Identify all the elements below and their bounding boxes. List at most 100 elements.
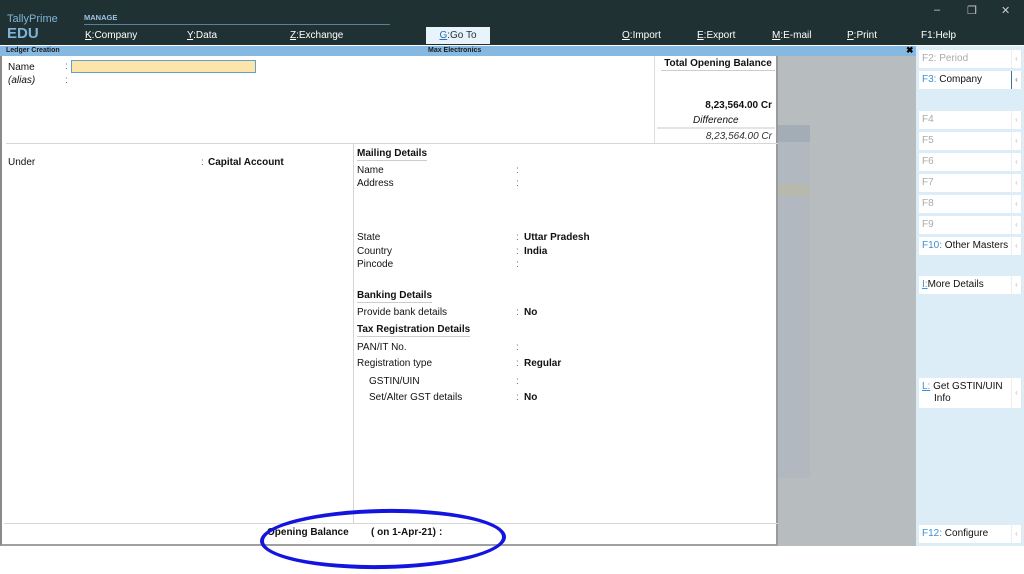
chevron-left-icon: ‹ [1011, 174, 1021, 192]
f5-button[interactable]: F5 ‹ [919, 132, 1022, 150]
banking-details-title: Banking Details [357, 290, 433, 303]
difference-divider [657, 127, 775, 129]
country-value[interactable]: India [524, 246, 547, 257]
alias-label: (alias) [8, 75, 36, 86]
pincode-label: Pincode [357, 259, 394, 270]
provide-bank-label: Provide bank details [357, 307, 448, 318]
gstin-colon: : [516, 376, 519, 387]
header-divider [6, 143, 778, 144]
menu-help-label: Help [935, 30, 957, 41]
menu-exchange[interactable]: Z:Exchange [290, 30, 343, 41]
f7-button[interactable]: F7 ‹ [919, 174, 1022, 192]
menu-company-label: Company [94, 30, 138, 41]
total-opening-title: Total Opening Balance [661, 58, 775, 71]
f10-other-masters-button[interactable]: F10: Other Masters ‹ [919, 237, 1022, 255]
column-divider [353, 144, 354, 524]
total-opening-amount: 8,23,564.00 Cr [705, 100, 772, 111]
address-label: Address [357, 178, 394, 189]
f10-label: Other Masters [944, 240, 1009, 251]
menu-print[interactable]: P:Print [847, 30, 877, 41]
menu-help-key: F1 [921, 30, 933, 41]
pan-label: PAN/IT No. [357, 342, 407, 353]
set-alter-gst-value[interactable]: No [524, 392, 537, 403]
chevron-left-icon: ‹ [1011, 71, 1021, 89]
overlay-highlight-row [778, 125, 810, 142]
get-gstin-info-button[interactable]: L: Get GSTIN/UIN Info ‹ [919, 378, 1022, 408]
state-colon: : [516, 232, 519, 243]
menu-email-label: E-mail [783, 30, 812, 41]
difference-label: Difference [693, 115, 739, 126]
pincode-colon: : [516, 259, 519, 270]
f4-button[interactable]: F4 ‹ [919, 111, 1022, 129]
chevron-left-icon: ‹ [1011, 111, 1021, 129]
f2-period-button[interactable]: F2: Period ‹ [919, 50, 1022, 68]
close-screen-icon[interactable]: ✖ [906, 45, 914, 56]
f9-key: F9 [922, 219, 934, 230]
close-window-icon[interactable]: ✕ [1001, 4, 1010, 17]
menu-import-label: Import [632, 30, 661, 41]
menu-export[interactable]: E:Export [697, 30, 735, 41]
chevron-left-icon: ‹ [1011, 378, 1021, 408]
chevron-left-icon: ‹ [1011, 132, 1021, 150]
menu-help[interactable]: F1:Help [921, 30, 956, 41]
f10-key: F10: [922, 240, 943, 251]
manage-divider [84, 24, 390, 25]
f2-label: Period [939, 53, 969, 64]
overlay-input-row [778, 184, 810, 196]
menu-company[interactable]: K:Company [85, 30, 137, 41]
under-value[interactable]: Capital Account [208, 157, 284, 168]
chevron-left-icon: ‹ [1011, 276, 1021, 294]
f6-button[interactable]: F6 ‹ [919, 153, 1022, 171]
under-colon: : [201, 157, 204, 168]
provide-bank-colon: : [516, 307, 519, 318]
menu-company-key: K [85, 30, 92, 41]
pan-colon: : [516, 342, 519, 353]
country-label: Country [357, 246, 393, 257]
chevron-left-icon: ‹ [1011, 195, 1021, 213]
menu-exchange-label: Exchange [298, 30, 344, 41]
f12-configure-button[interactable]: F12: Configure ‹ [919, 525, 1022, 543]
menu-email[interactable]: M:E-mail [772, 30, 811, 41]
menu-data[interactable]: Y:Data [187, 30, 217, 41]
f8-button[interactable]: F8 ‹ [919, 195, 1022, 213]
f2-key: F2: [922, 53, 937, 64]
menu-print-label: Print [856, 30, 878, 41]
menu-import-key: O [622, 30, 630, 41]
provide-bank-value[interactable]: No [524, 307, 537, 318]
chevron-left-icon: ‹ [1011, 50, 1021, 68]
opening-balance-date: ( on 1-Apr-21) [371, 527, 436, 538]
screen-title: Ledger Creation [6, 47, 60, 54]
app-logo: TallyPrime EDU [7, 13, 58, 42]
name-input[interactable] [71, 60, 256, 73]
menu-email-key: M [772, 30, 781, 41]
total-opening-balance-panel: Total Opening Balance 8,23,564.00 Cr Dif… [654, 56, 778, 144]
minimize-icon[interactable]: – [934, 4, 940, 16]
chevron-left-icon: ‹ [1011, 237, 1021, 255]
more-details-label: More Details [927, 279, 984, 290]
menu-export-key: E [697, 30, 704, 41]
restore-icon[interactable]: ❐ [967, 4, 977, 17]
menu-go-to[interactable]: G:Go To [426, 27, 490, 44]
tax-registration-title: Tax Registration Details [357, 324, 471, 337]
country-colon: : [516, 246, 519, 257]
address-colon: : [516, 178, 519, 189]
company-name: Max Electronics [428, 47, 482, 54]
f4-key: F4 [922, 114, 934, 125]
menu-exchange-key: Z [290, 30, 297, 41]
menu-data-label: Data [195, 30, 218, 41]
registration-type-value[interactable]: Regular [524, 358, 561, 369]
app-name: TallyPrime [7, 13, 58, 25]
state-value[interactable]: Uttar Pradesh [524, 232, 590, 243]
f3-company-button[interactable]: F3: Company ‹ [919, 71, 1022, 89]
f9-button[interactable]: F9 ‹ [919, 216, 1022, 234]
more-details-button[interactable]: I:More Details ‹ [919, 276, 1022, 294]
gstin-label: GSTIN/UIN [369, 376, 420, 387]
mailing-name-label: Name [357, 165, 384, 176]
background-overlay [778, 56, 916, 546]
f12-key: F12: [922, 528, 943, 539]
difference-amount: 8,23,564.00 Cr [705, 131, 772, 142]
f3-key: F3: [922, 74, 937, 85]
menu-import[interactable]: O:Import [622, 30, 661, 41]
set-alter-gst-colon: : [516, 392, 519, 403]
f7-key: F7 [922, 177, 934, 188]
